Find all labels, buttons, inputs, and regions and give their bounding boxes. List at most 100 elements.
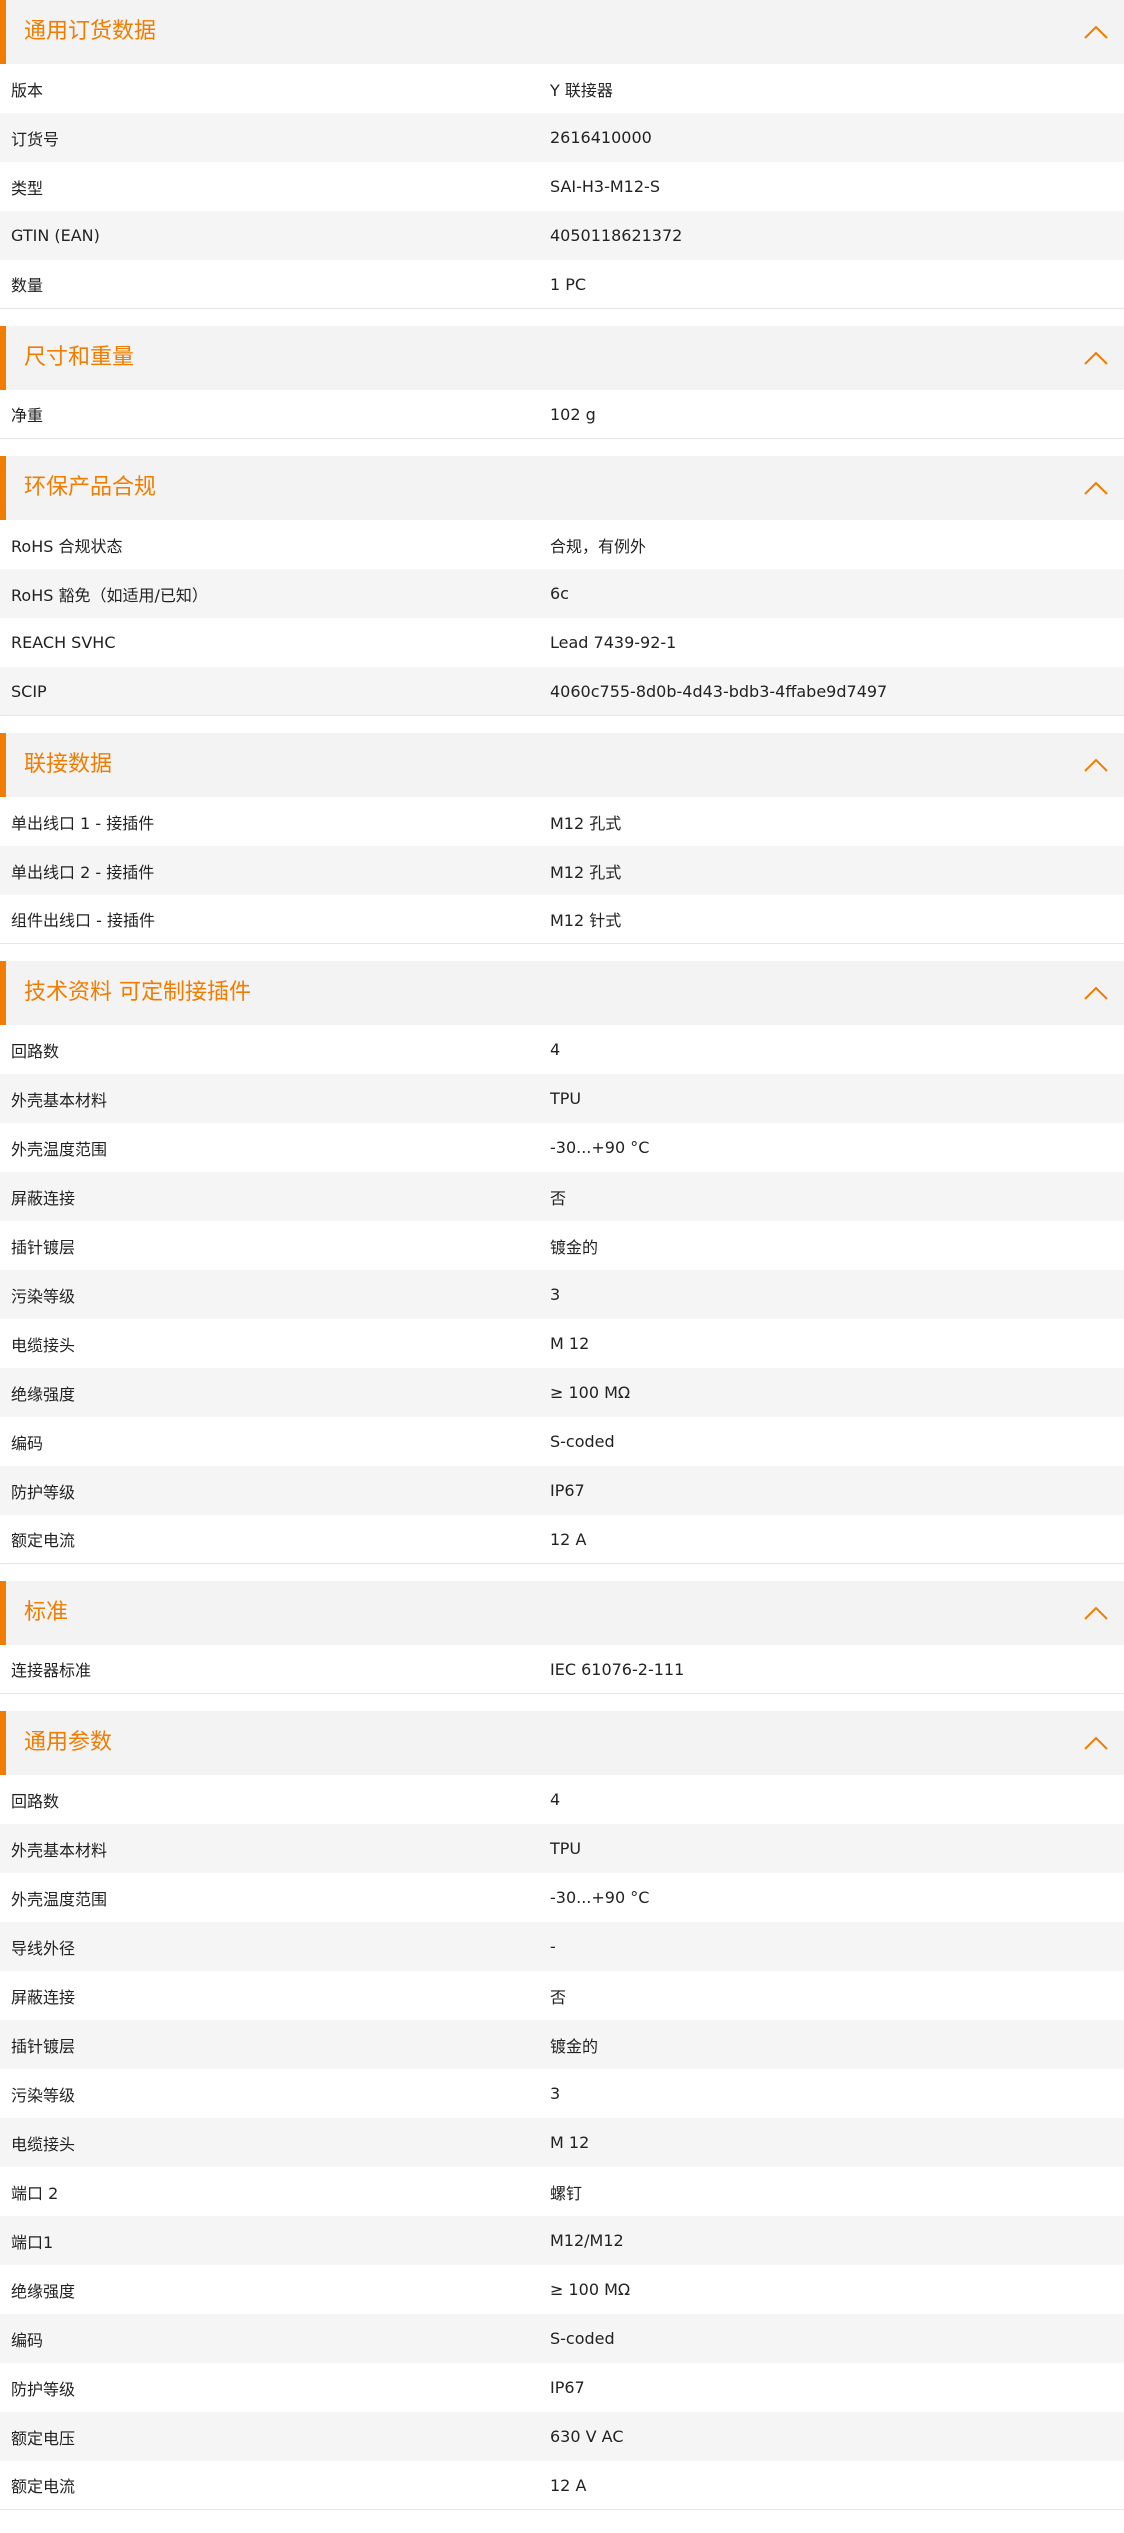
section-title: 通用参数 <box>24 1730 113 1755</box>
spec-label: 连接器标准 <box>11 1661 92 1680</box>
spec-label: 端口1 <box>11 2232 54 2252</box>
section-header[interactable]: 标准 <box>0 1581 1124 1645</box>
spec-value: 4050118621372 <box>550 226 683 245</box>
spec-value: S-coded <box>550 2329 615 2348</box>
spec-label: 污染等级 <box>11 2085 76 2105</box>
section-header[interactable]: 通用订货数据 <box>0 0 1124 64</box>
spec-value: 4 <box>550 1040 561 1059</box>
spec-row: 编码 S-coded <box>0 2314 1124 2363</box>
spec-value: 合规，有例外 <box>550 536 647 556</box>
section-gap <box>0 716 1124 733</box>
spec-row: 导线外径 - <box>0 1922 1124 1971</box>
chevron-up-icon[interactable] <box>1082 755 1110 775</box>
spec-section: 通用参数 回路数 4 外壳基本材料 TPU 外壳温度范围 -30...+90 °C 导线外径 -… <box>0 1711 1124 2510</box>
spec-row: 电缆接头 M 12 <box>0 1319 1124 1368</box>
spec-label: 单出线口 2 - 接插件 <box>11 862 155 882</box>
section-gap <box>0 1694 1124 1711</box>
section-title: 尺寸和重量 <box>24 345 135 370</box>
spec-label: SCIP <box>11 681 47 701</box>
spec-value: S-coded <box>550 1432 615 1451</box>
section-gap <box>0 309 1124 326</box>
spec-label: 净重 <box>11 406 44 425</box>
spec-row: 回路数 4 <box>0 1775 1124 1824</box>
spec-label: 污染等级 <box>11 1286 76 1306</box>
spec-row: 电缆接头 M 12 <box>0 2118 1124 2167</box>
spec-value: M12 针式 <box>550 911 622 930</box>
spec-section: 联接数据单出线口 1 - 接插件 M12 孔式单出线口 2 - 接插件 M12 孔式… <box>0 733 1124 944</box>
section-header[interactable]: 技术资料 可定制接插件 <box>0 961 1124 1025</box>
spec-value: TPU <box>550 1089 582 1108</box>
chevron-up-icon[interactable] <box>1082 1603 1110 1623</box>
spec-value: Y 联接器 <box>550 80 613 100</box>
spec-row: 屏蔽连接 否 <box>0 1172 1124 1221</box>
spec-label: 数量 <box>11 276 44 295</box>
spec-value: IP67 <box>550 1481 585 1500</box>
spec-value: Lead 7439-92-1 <box>550 633 677 652</box>
spec-value: M 12 <box>550 1334 590 1353</box>
chevron-up-icon[interactable] <box>1082 983 1110 1003</box>
spec-label: 屏蔽连接 <box>11 1188 76 1208</box>
spec-row: 防护等级 IP67 <box>0 1466 1124 1515</box>
section-header[interactable]: 联接数据 <box>0 733 1124 797</box>
chevron-up-icon[interactable] <box>1082 348 1110 368</box>
spec-label: 类型 <box>11 178 44 198</box>
spec-value: ≥ 100 MΩ <box>550 2280 631 2299</box>
spec-row: REACH SVHC Lead 7439-92-1 <box>0 618 1124 667</box>
spec-value: 6c <box>550 584 569 603</box>
spec-row: 净重 102 g <box>0 390 1124 439</box>
spec-value: M12 孔式 <box>550 862 622 882</box>
spec-row: 外壳温度范围 -30...+90 °C <box>0 1123 1124 1172</box>
spec-row: 类型 SAI-H3-M12-S <box>0 162 1124 211</box>
spec-value: 否 <box>550 1188 567 1208</box>
spec-label: 电缆接头 <box>11 2134 76 2154</box>
spec-label: 额定电压 <box>11 2428 76 2448</box>
section-title: 环保产品合规 <box>24 475 157 500</box>
section-gap <box>0 944 1124 961</box>
chevron-up-icon[interactable] <box>1082 22 1110 42</box>
spec-row: 额定电流 12 A <box>0 1515 1124 1564</box>
section-title: 联接数据 <box>24 752 113 777</box>
spec-label: 编码 <box>11 1433 44 1453</box>
spec-row: 数量 1 PC <box>0 260 1124 309</box>
chevron-up-icon[interactable] <box>1082 478 1110 498</box>
spec-value: 否 <box>550 1987 567 2007</box>
spec-row: 屏蔽连接 否 <box>0 1971 1124 2020</box>
spec-row: 绝缘强度 ≥ 100 MΩ <box>0 1368 1124 1417</box>
spec-label: 版本 <box>11 80 44 100</box>
spec-label: GTIN (EAN) <box>11 226 100 245</box>
spec-value: ≥ 100 MΩ <box>550 1383 631 1402</box>
spec-label: 单出线口 1 - 接插件 <box>11 813 155 833</box>
spec-value: 102 g <box>550 404 596 424</box>
chevron-up-icon[interactable] <box>1082 1733 1110 1753</box>
spec-value: 4 <box>550 1790 561 1809</box>
section-header[interactable]: 尺寸和重量 <box>0 326 1124 390</box>
spec-value: IEC 61076-2-111 <box>550 1659 685 1679</box>
spec-row: 订货号 2616410000 <box>0 113 1124 162</box>
spec-value: M12/M12 <box>550 2231 624 2250</box>
spec-label: 回路数 <box>11 1041 60 1061</box>
spec-row: SCIP 4060c755-8d0b-4d43-bdb3-4ffabe9d7497 <box>0 667 1124 716</box>
section-header[interactable]: 通用参数 <box>0 1711 1124 1775</box>
spec-row: 外壳基本材料 TPU <box>0 1074 1124 1123</box>
spec-row: 污染等级 3 <box>0 1270 1124 1319</box>
spec-section: 技术资料 可定制接插件回路数 4 外壳基本材料 TPU 外壳温度范围 -30...+90 … <box>0 961 1124 1564</box>
section-title: 技术资料 可定制接插件 <box>24 980 251 1005</box>
spec-row: 绝缘强度 ≥ 100 MΩ <box>0 2265 1124 2314</box>
spec-row: 单出线口 1 - 接插件 M12 孔式 <box>0 797 1124 846</box>
spec-value: 12 A <box>550 2475 587 2495</box>
section-gap <box>0 1564 1124 1581</box>
section-header[interactable]: 环保产品合规 <box>0 456 1124 520</box>
spec-row: 污染等级 3 <box>0 2069 1124 2118</box>
spec-label: 防护等级 <box>11 1482 76 1502</box>
spec-section: 标准连接器标准 IEC 61076-2-111 <box>0 1581 1124 1694</box>
spec-label: 电缆接头 <box>11 1335 76 1355</box>
spec-value: SAI-H3-M12-S <box>550 177 660 196</box>
spec-row: 编码 S-coded <box>0 1417 1124 1466</box>
spec-value: 1 PC <box>550 274 587 294</box>
spec-value: IP67 <box>550 2378 585 2397</box>
spec-value: 镀金的 <box>550 1237 599 1257</box>
spec-label: 额定电流 <box>11 2477 76 2496</box>
spec-label: 外壳基本材料 <box>11 1090 108 1110</box>
spec-label: 端口 2 <box>11 2183 59 2203</box>
spec-label: 插针镀层 <box>11 1237 76 1257</box>
